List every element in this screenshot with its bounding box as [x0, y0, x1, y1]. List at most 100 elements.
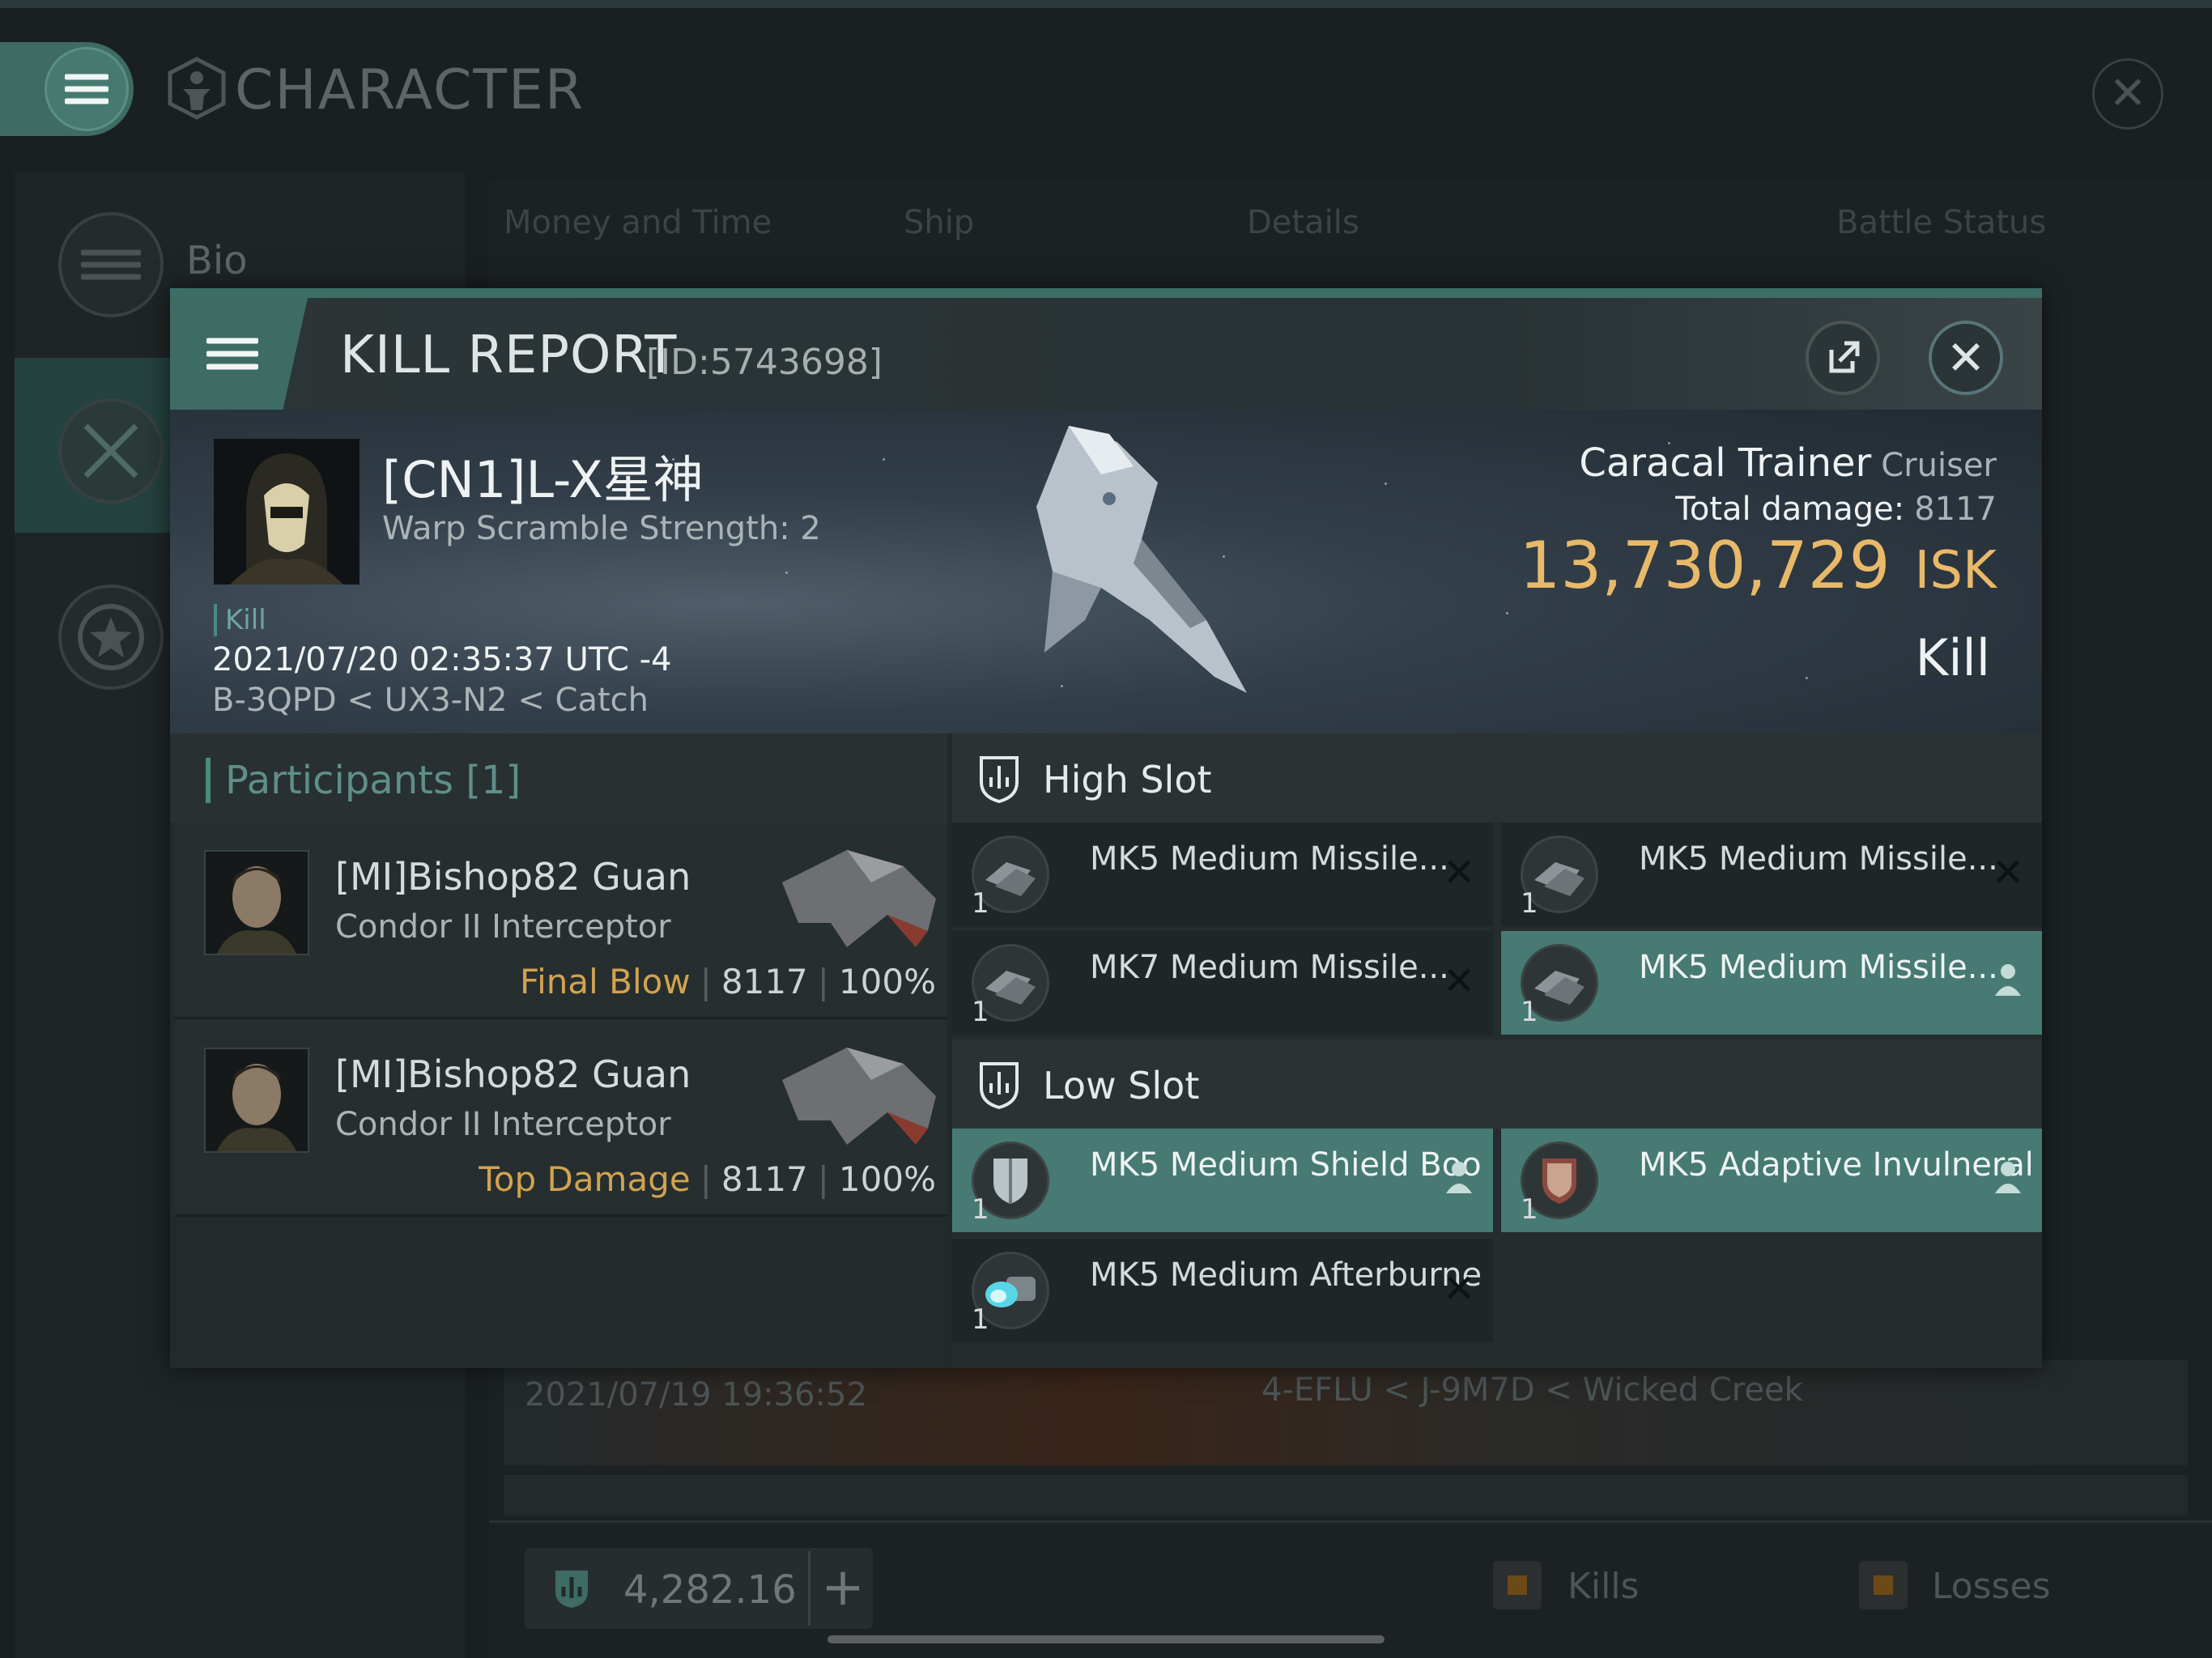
dropped-person-icon [1987, 960, 2029, 1002]
close-icon: ✕ [2108, 67, 2147, 120]
participant-ship-image[interactable] [774, 834, 944, 955]
share-button[interactable] [1806, 321, 1880, 395]
hamburger-icon [206, 331, 258, 377]
item-quantity: 1 [1521, 996, 1538, 1028]
dropped-person-icon [1987, 1158, 2029, 1200]
total-damage: Total damage: 8117 [1675, 491, 1997, 528]
isk-value: 13,730,729 ISK [1519, 528, 1997, 603]
destroyed-icon: ✕ [1442, 850, 1476, 895]
item-name: MK5 Medium Missile... [1639, 949, 1998, 986]
item-quantity: 1 [972, 887, 989, 920]
item-quantity: 1 [1521, 887, 1538, 920]
participant-ship-image[interactable] [774, 1031, 944, 1153]
fitted-item[interactable]: 1 MK7 Medium Missile... ✕ [952, 931, 1493, 1035]
close-icon: ✕ [1946, 330, 1986, 385]
participant-avatar[interactable] [204, 1048, 309, 1153]
high-slot-icon [980, 756, 1019, 803]
kill-report-dialog: KILL REPORT [ID:5743698] ✕ [CN1]L-X星神 Wa… [170, 288, 2042, 1368]
dialog-close-button[interactable]: ✕ [1929, 321, 2003, 395]
slot-title: Low Slot [1043, 1064, 1200, 1107]
wallet-amount: 4,282.16 [623, 1567, 797, 1613]
item-name: MK5 Adaptive Invulnerabilit... [1639, 1146, 2031, 1184]
external-link-icon [1829, 341, 1860, 373]
fitted-item[interactable]: 1 MK5 Medium Missile... ✕ [952, 823, 1493, 926]
isk-unit: ISK [1914, 541, 1997, 601]
victim-ship-image[interactable] [947, 410, 1287, 733]
victim-ship-name[interactable]: Caracal Trainer Cruiser [1579, 440, 1997, 486]
dialog-title: KILL REPORT [340, 325, 678, 385]
plus-icon: + [821, 1558, 865, 1618]
participant-percent: 100% [838, 1159, 936, 1199]
dropped-person-icon [1438, 1158, 1480, 1200]
column-header: Details [1247, 204, 1359, 241]
crossed-swords-icon [58, 398, 164, 504]
close-button[interactable]: ✕ [2092, 58, 2163, 130]
column-header: Battle Status [1836, 204, 2047, 241]
add-plex-button[interactable]: + [808, 1551, 875, 1626]
fitted-item[interactable]: 1 MK5 Medium Shield Booster [952, 1129, 1493, 1232]
item-quantity: 1 [1521, 1193, 1538, 1226]
participants-header: Participants [1] [170, 733, 947, 823]
fitted-item[interactable]: 1 MK5 Adaptive Invulnerabilit... [1501, 1129, 2042, 1232]
total-damage-value: 8117 [1914, 491, 1997, 528]
kill-datetime: 2021/07/20 02:35:37 UTC -4 [212, 641, 672, 678]
nav-item-label: Bio [186, 238, 248, 283]
destroyed-icon: ✕ [1991, 850, 2025, 895]
participant-row[interactable]: [MI]Bishop82 Guan Condor II Interceptor … [175, 1020, 947, 1217]
ship-class: Cruiser [1881, 447, 1997, 484]
battle-status: Kill [1915, 628, 1990, 687]
main-menu-button[interactable] [0, 42, 134, 136]
participant-stats: Final Blow | 8117 | 100% [520, 962, 936, 1001]
total-damage-label: Total damage: [1675, 491, 1905, 528]
participant-damage: 8117 [721, 962, 808, 1001]
row-location: 4-EFLU < J-9M7D < Wicked Creek [1261, 1371, 1803, 1409]
kill-tag: Kill [214, 604, 266, 636]
low-slot-icon [980, 1062, 1019, 1109]
item-name: MK5 Medium Missile... [1090, 840, 1449, 878]
kills-legend-swatch [1493, 1561, 1542, 1609]
ship-type: Caracal Trainer [1579, 440, 1872, 486]
high-slot-header: High Slot [952, 733, 2042, 823]
item-quantity: 1 [972, 996, 989, 1028]
row-date: 2021/07/19 19:36:52 [525, 1376, 867, 1414]
isk-amount: 13,730,729 [1519, 528, 1891, 603]
dialog-menu-button[interactable] [170, 298, 308, 410]
dialog-header: KILL REPORT [ID:5743698] ✕ [170, 298, 2042, 410]
fitting-panel: High Slot 1 MK5 Medium Missile... ✕ 1 MK… [952, 733, 2042, 1368]
item-name: MK7 Medium Missile... [1090, 949, 1449, 986]
victim-name[interactable]: [CN1]L-X星神 [382, 439, 704, 512]
participant-row[interactable]: [MI]Bishop82 Guan Condor II Interceptor … [175, 823, 947, 1019]
participant-role: Final Blow [520, 962, 691, 1001]
low-slot-header: Low Slot [952, 1039, 2042, 1129]
table-row[interactable] [504, 1475, 2188, 1516]
destroyed-icon: ✕ [1442, 959, 1476, 1004]
losses-legend-swatch [1859, 1561, 1908, 1609]
victim-avatar[interactable] [214, 439, 359, 585]
top-edge [0, 0, 2212, 8]
kills-legend-label: Kills [1568, 1566, 1640, 1607]
slot-title: High Slot [1043, 758, 1212, 801]
participants-title: Participants [1] [206, 758, 521, 803]
home-indicator [827, 1635, 1385, 1643]
star-badge-icon [58, 585, 164, 690]
item-quantity: 1 [972, 1193, 989, 1226]
wallet-widget: 4,282.16 + [525, 1548, 873, 1629]
item-quantity: 1 [972, 1303, 989, 1336]
column-header: Money and Time [504, 204, 772, 241]
participant-avatar[interactable] [204, 850, 309, 955]
hamburger-icon [45, 47, 129, 131]
fitted-item[interactable]: 1 MK5 Medium Missile... ✕ [1501, 823, 2042, 926]
fitted-item[interactable]: 1 MK5 Medium Missile... [1501, 931, 2042, 1035]
participant-damage: 8117 [721, 1159, 808, 1199]
divider [489, 1520, 2212, 1523]
fitted-item[interactable]: 1 MK5 Medium Afterburner ✕ [952, 1239, 1493, 1342]
dialog-accent-bar [170, 288, 2042, 298]
participant-role: Top Damage [479, 1159, 691, 1199]
table-header: Money and Time Ship Details Battle Statu… [504, 204, 2131, 253]
losses-legend-label: Losses [1932, 1566, 2051, 1607]
page-title: CHARACTER [235, 58, 585, 122]
list-icon [58, 212, 164, 317]
participant-name: [MI]Bishop82 Guan [335, 1052, 691, 1096]
item-name: MK5 Medium Afterburner [1090, 1256, 1482, 1294]
table-row[interactable]: 2021/07/19 19:36:52 4-EFLU < J-9M7D < Wi… [504, 1360, 2188, 1465]
